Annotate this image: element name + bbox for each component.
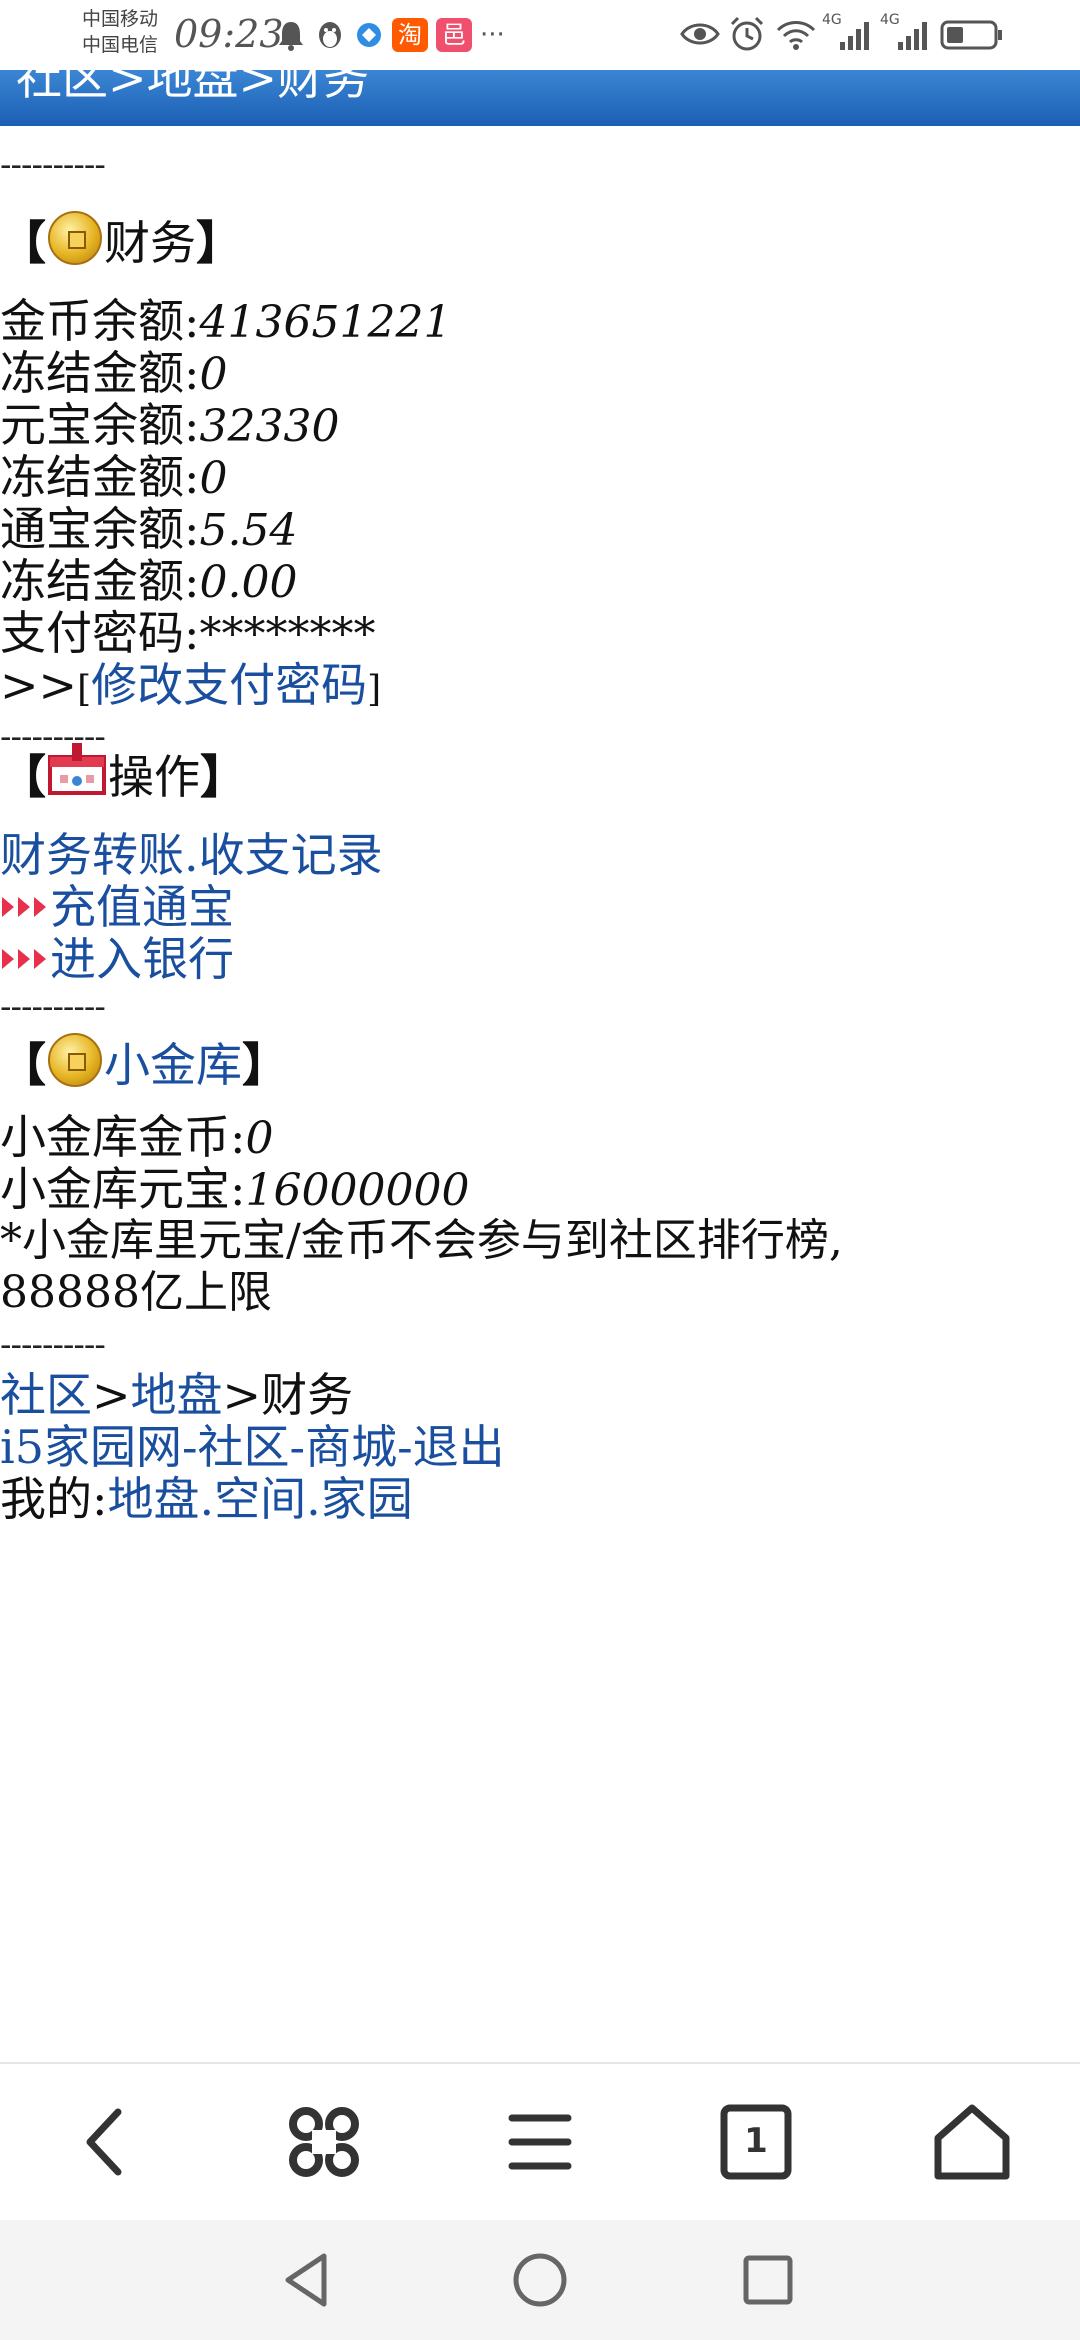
small-vault-link[interactable]: 小金库 xyxy=(104,1038,242,1092)
header-breadcrumb: 社区>地盘>财务 xyxy=(16,70,370,105)
signal-2-group: 4G xyxy=(880,12,930,54)
treasure-box-icon xyxy=(48,743,106,795)
page-header: 社区>地盘>财务 xyxy=(0,70,1080,126)
status-bar: 中国移动 中国电信 09:23 淘 邑 ··· 4G 4G xyxy=(0,0,1080,72)
bracket-open: 【 xyxy=(0,750,46,804)
battery-icon xyxy=(940,20,1002,50)
notification-bell-icon xyxy=(279,22,303,51)
browser-app-icon xyxy=(357,23,381,47)
status-time: 09:23 xyxy=(174,12,284,56)
separator: ---------- xyxy=(0,145,106,185)
operations-heading: 【 操作】 xyxy=(0,738,246,816)
carrier-2: 中国电信 xyxy=(82,34,159,56)
operations-title: 操作 xyxy=(108,750,200,804)
tabs-button[interactable]: 1 xyxy=(710,2096,802,2188)
nav-home-circle-icon[interactable] xyxy=(504,2244,576,2316)
bracket-open: 【 xyxy=(0,216,46,270)
logout-link[interactable]: 退出 xyxy=(413,1420,505,1474)
alarm-icon xyxy=(730,16,764,51)
bracket-close: 】 xyxy=(242,1038,288,1092)
bracket-close: 】 xyxy=(200,750,246,804)
footer-mine: 我的:地盘.空间.家园 xyxy=(0,1460,413,1538)
browser-toolbar: 1 xyxy=(0,2062,1080,2222)
bracket-close: 】 xyxy=(196,216,242,270)
tabs-count: 1 xyxy=(744,2121,768,2161)
wifi-icon xyxy=(776,21,816,50)
bracket-open: 【 xyxy=(0,1038,46,1092)
finance-heading: 【 财务】 xyxy=(0,204,242,282)
link-dot: . xyxy=(306,1472,321,1526)
carrier-1: 中国移动 xyxy=(82,8,159,30)
finance-title: 财务 xyxy=(104,216,196,270)
more-notifications-icon: ··· xyxy=(480,20,505,50)
carrier-info: 中国移动 中国电信 xyxy=(82,6,158,58)
back-icon[interactable] xyxy=(60,2096,152,2188)
my-home-link[interactable]: 家园 xyxy=(321,1472,413,1526)
features-command-icon[interactable] xyxy=(278,2096,370,2188)
home-icon[interactable] xyxy=(926,2096,1018,2188)
my-territory-link[interactable]: 地盘 xyxy=(108,1472,200,1526)
taobao-app-icon: 淘 xyxy=(392,18,428,52)
mine-label: 我的: xyxy=(0,1472,108,1526)
vault-heading: 【 小金库】 xyxy=(0,1026,288,1104)
menu-icon[interactable] xyxy=(494,2096,586,2188)
page-content: ---------- 【财务】 金币余额:413651221 冻结金额:0 元宝… xyxy=(0,126,1080,2062)
system-navigation-bar xyxy=(0,2220,1080,2340)
signal-1-group: 4G xyxy=(822,12,872,54)
signal-strength-icon xyxy=(840,22,869,50)
link-dot: . xyxy=(199,1472,215,1526)
coin-icon xyxy=(48,1033,102,1087)
nav-back-triangle-icon[interactable] xyxy=(272,2244,344,2316)
coin-icon xyxy=(48,211,102,265)
row-value: 413651221 xyxy=(199,297,452,348)
change-payment-password-link[interactable]: 修改支付密码 xyxy=(91,658,367,712)
qq-penguin-icon xyxy=(319,22,341,48)
signal-strength-icon xyxy=(898,22,927,50)
link-bracket-close: ] xyxy=(367,669,382,710)
my-space-link[interactable]: 空间 xyxy=(214,1472,306,1526)
app-notification-icon: 邑 xyxy=(436,18,472,52)
nav-recents-square-icon[interactable] xyxy=(732,2244,804,2316)
eye-comfort-icon xyxy=(680,23,720,45)
